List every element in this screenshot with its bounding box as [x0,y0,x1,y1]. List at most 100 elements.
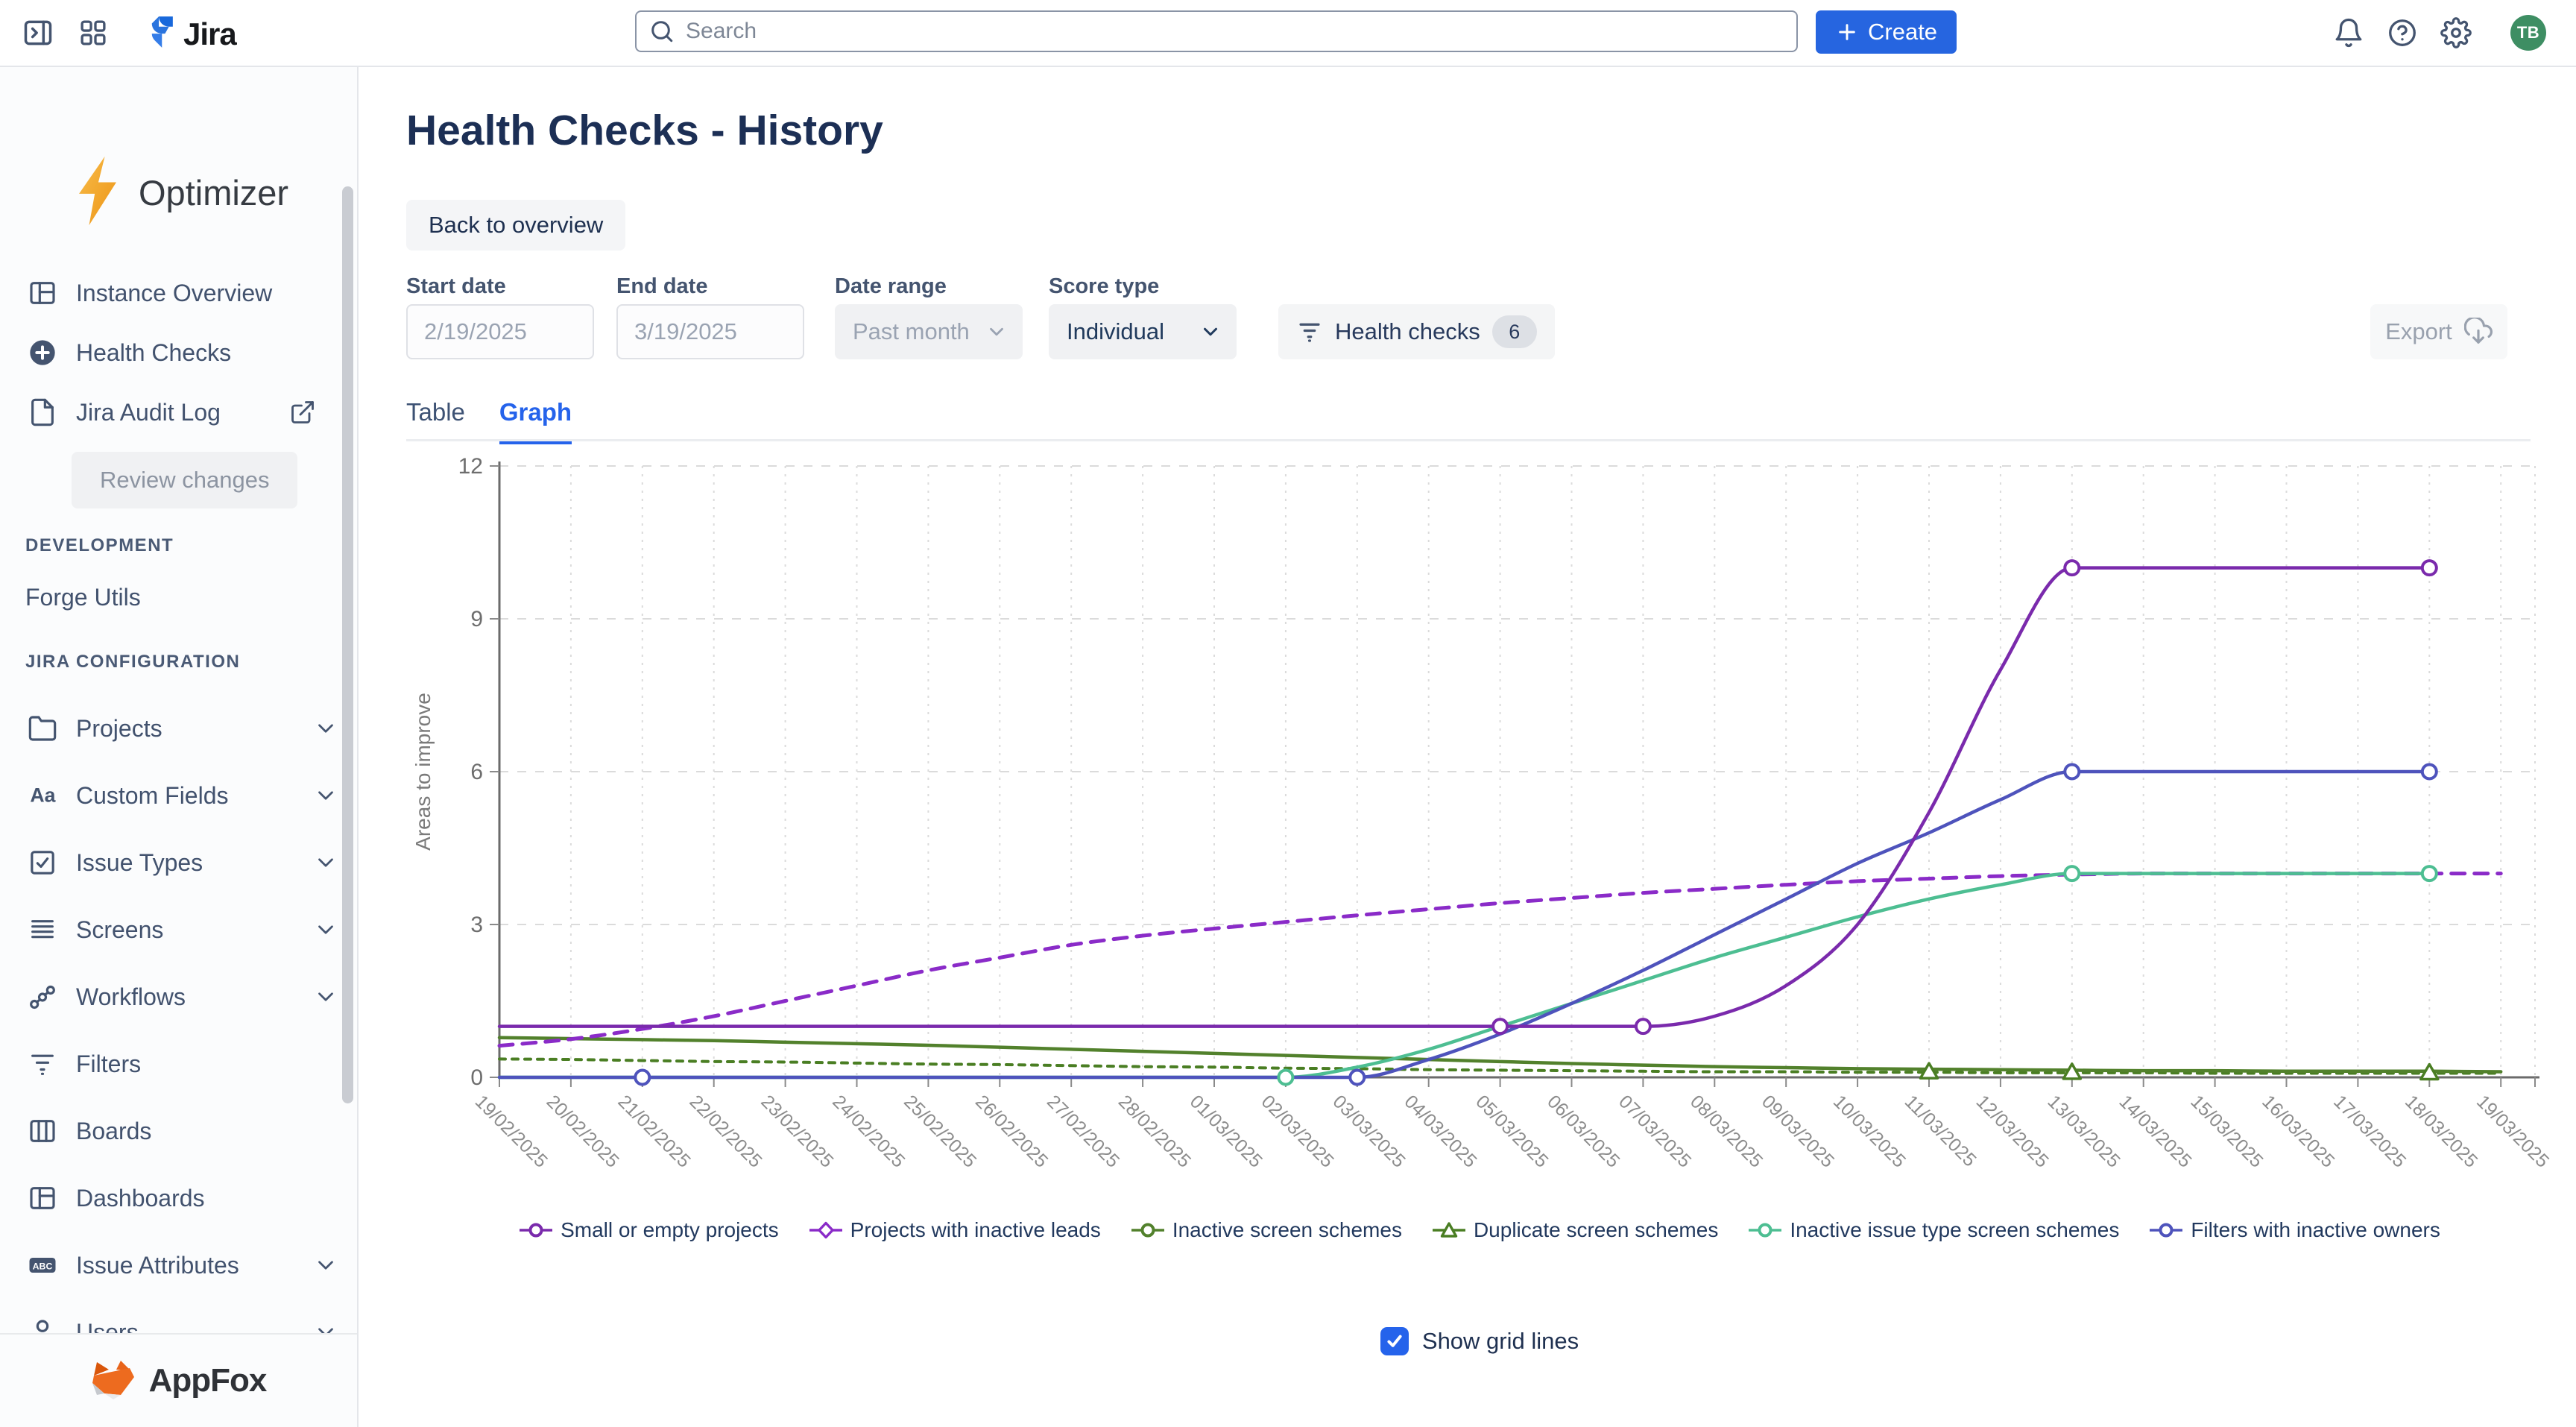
legend-marker-triangle [1432,1220,1466,1240]
layout-icon [27,277,58,309]
legend-marker-diamond [809,1220,843,1240]
show-grid-lines-checkbox[interactable] [1380,1327,1409,1355]
sidebar-item-boards[interactable]: Boards [0,1108,357,1154]
legend-item-duplicate-screen-schemes[interactable]: Duplicate screen schemes [1432,1218,1718,1242]
chevron-down-icon[interactable] [313,984,338,1009]
svg-text:23/02/2025: 23/02/2025 [757,1091,837,1171]
start-date-label: Start date [406,274,506,299]
history-chart[interactable]: 036912Areas to improve19/02/202520/02/20… [406,447,2553,1200]
sidebar-item-instance-overview[interactable]: Instance Overview [0,270,357,316]
chevron-down-icon[interactable] [313,783,338,808]
external-link-icon[interactable] [289,399,316,426]
end-date-label: End date [616,274,707,299]
folder-icon [27,713,58,744]
review-changes-button[interactable]: Review changes [72,452,297,508]
app-name: Optimizer [139,172,288,213]
svg-text:28/02/2025: 28/02/2025 [1114,1091,1195,1171]
svg-text:3: 3 [470,913,483,937]
help-icon[interactable] [2385,16,2419,51]
app-switcher-icon[interactable] [76,16,110,51]
svg-text:04/03/2025: 04/03/2025 [1400,1091,1480,1171]
chevron-down-icon[interactable] [313,917,338,942]
section-header-development: DEVELOPMENT [25,535,174,556]
svg-text:16/03/2025: 16/03/2025 [2258,1091,2338,1171]
sidebar-item-projects[interactable]: Projects [0,705,357,752]
tab-table[interactable]: Table [406,398,465,444]
sidebar-item-issue-attributes[interactable]: ABCIssue Attributes [0,1242,357,1288]
jira-wordmark: Jira [183,16,236,52]
date-range-label: Date range [835,274,947,299]
settings-gear-icon[interactable] [2439,16,2473,51]
sidebar-item-dashboards[interactable]: Dashboards [0,1175,357,1221]
app-root: Jira Create TB [0,0,2576,1427]
svg-text:27/02/2025: 27/02/2025 [1043,1091,1123,1171]
score-type-label: Score type [1049,274,1159,299]
svg-text:19/03/2025: 19/03/2025 [2472,1091,2553,1171]
jira-logo[interactable]: Jira [139,13,236,54]
score-type-select[interactable]: Individual [1049,304,1237,359]
tab-graph[interactable]: Graph [499,398,572,444]
sidebar-scrollbar[interactable] [342,186,353,1103]
svg-text:07/03/2025: 07/03/2025 [1614,1091,1695,1171]
sidebar-item-health-checks[interactable]: Health Checks [0,330,357,376]
grid-lines-control: Show grid lines [406,1327,2553,1355]
svg-text:Areas to improve: Areas to improve [411,693,435,851]
chevron-down-icon[interactable] [313,716,338,741]
svg-text:11/03/2025: 11/03/2025 [1901,1091,1980,1171]
view-tabs: Table Graph [406,398,572,444]
date-range-select[interactable]: Past month [835,304,1023,359]
legend-item-projects-with-inactive-leads[interactable]: Projects with inactive leads [809,1218,1101,1242]
search-input[interactable] [675,19,1796,44]
sidebar-item-custom-fields[interactable]: AaCustom Fields [0,772,357,819]
legend-item-small-or-empty-projects[interactable]: Small or empty projects [519,1218,779,1242]
svg-text:15/03/2025: 15/03/2025 [2186,1091,2267,1171]
optimizer-brand: Optimizer [75,155,288,230]
end-date-input[interactable] [616,304,804,359]
chevron-down-icon [985,321,1008,343]
legend-item-filters-with-inactive-owners[interactable]: Filters with inactive owners [2149,1218,2440,1242]
global-search[interactable] [635,10,1798,52]
svg-text:13/03/2025: 13/03/2025 [2044,1091,2124,1171]
svg-text:21/02/2025: 21/02/2025 [614,1091,695,1171]
chevron-down-icon [1199,321,1222,343]
workflow-icon [27,981,58,1012]
svg-text:Aa: Aa [30,784,55,806]
user-avatar[interactable]: TB [2510,15,2546,51]
sidebar-toggle-icon[interactable] [21,16,55,51]
top-bar: Jira Create TB [0,0,2576,67]
export-button[interactable]: Export [2370,304,2507,359]
plus-circle-icon [27,337,58,368]
sidebar-item-jira-audit-log[interactable]: Jira Audit Log [0,389,357,435]
legend-item-inactive-screen-schemes[interactable]: Inactive screen schemes [1131,1218,1402,1242]
svg-text:19/02/2025: 19/02/2025 [471,1091,552,1171]
legend-marker-circle [519,1220,553,1240]
plus-icon [1835,20,1859,44]
abc-icon: ABC [27,1250,58,1281]
chevron-down-icon[interactable] [313,850,338,875]
back-to-overview-button[interactable]: Back to overview [406,200,625,251]
appfox-fox-icon [91,1359,136,1403]
tabs-divider [406,439,2531,441]
svg-text:0: 0 [470,1065,483,1090]
svg-text:10/03/2025: 10/03/2025 [1829,1091,1910,1171]
svg-text:01/03/2025: 01/03/2025 [1186,1091,1266,1171]
sidebar-item-filters[interactable]: Filters [0,1041,357,1087]
sidebar-item-issue-types[interactable]: Issue Types [0,839,357,886]
chevron-down-icon[interactable] [313,1253,338,1278]
svg-text:06/03/2025: 06/03/2025 [1543,1091,1623,1171]
columns-icon [27,1115,58,1147]
health-checks-filter-button[interactable]: Health checks 6 [1278,304,1555,359]
cloud-download-icon [2464,318,2493,346]
legend-item-inactive-issue-type-screen-schemes[interactable]: Inactive issue type screen schemes [1748,1218,2119,1242]
appfox-wordmark: AppFox [149,1362,267,1399]
svg-text:03/03/2025: 03/03/2025 [1329,1091,1409,1171]
create-button[interactable]: Create [1816,10,1957,54]
svg-text:09/03/2025: 09/03/2025 [1758,1091,1838,1171]
sidebar-item-screens[interactable]: Screens [0,907,357,953]
svg-text:22/02/2025: 22/02/2025 [685,1091,765,1171]
start-date-input[interactable] [406,304,594,359]
sidebar-item-forge-utils[interactable]: Forge Utils [0,574,357,620]
notifications-bell-icon[interactable] [2332,16,2366,51]
sidebar-item-workflows[interactable]: Workflows [0,974,357,1020]
check-icon [1384,1331,1405,1352]
